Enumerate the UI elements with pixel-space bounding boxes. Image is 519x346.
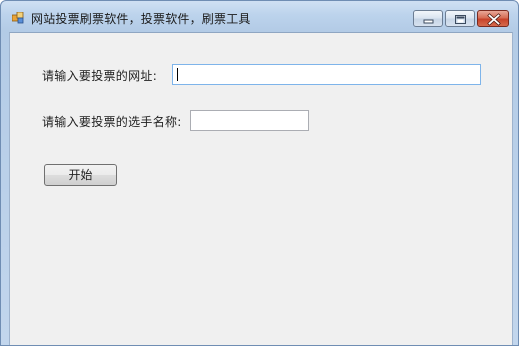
client-area: 请输入要投票的网址: 请输入要投票的选手名称: 开始 bbox=[9, 32, 513, 345]
close-button[interactable] bbox=[477, 10, 509, 27]
minimize-button[interactable] bbox=[413, 10, 443, 27]
close-icon bbox=[487, 13, 501, 26]
maximize-button[interactable] bbox=[445, 10, 475, 27]
title-bar[interactable]: 网站投票刷票软件，投票软件，刷票工具 bbox=[1, 1, 518, 33]
app-icon bbox=[12, 12, 24, 24]
minimize-icon bbox=[423, 19, 434, 24]
main-window: 网站投票刷票软件，投票软件，刷票工具 请输入要投票的网址: 请输入要投票的选手名… bbox=[0, 0, 519, 346]
maximize-icon bbox=[455, 15, 466, 24]
candidate-name-input[interactable] bbox=[190, 110, 309, 131]
url-label: 请输入要投票的网址: bbox=[42, 69, 158, 83]
candidate-name-label: 请输入要投票的选手名称: bbox=[42, 115, 182, 129]
url-input[interactable] bbox=[172, 64, 481, 85]
start-button[interactable]: 开始 bbox=[44, 164, 117, 186]
text-caret bbox=[177, 68, 178, 81]
window-title: 网站投票刷票软件，投票软件，刷票工具 bbox=[31, 12, 251, 26]
